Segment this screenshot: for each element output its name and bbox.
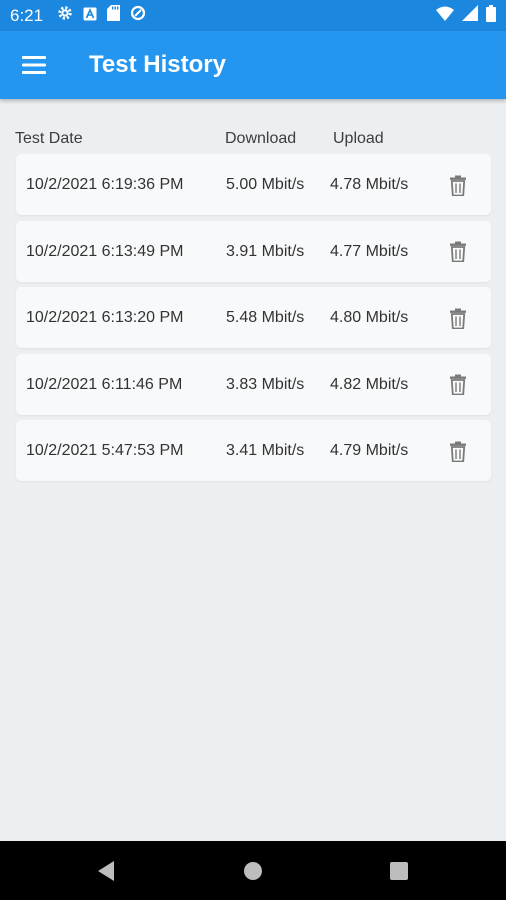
trash-icon[interactable]: [444, 438, 472, 464]
row-upload: 4.82 Mbit/s: [330, 375, 409, 393]
row-date: 10/2/2021 6:19:36 PM: [26, 176, 184, 193]
row-download: 3.41 Mbit/s: [226, 442, 305, 459]
signal-icon: [462, 5, 478, 26]
history-row[interactable]: 10/2/2021 6:13:49 PM 3.91 Mbit/s 4.77 Mb…: [16, 220, 491, 282]
row-download: 3.91 Mbit/s: [226, 242, 305, 260]
row-upload: 4.80 Mbit/s: [330, 309, 409, 326]
recents-icon[interactable]: [369, 841, 429, 900]
hamburger-menu-icon[interactable]: [14, 45, 54, 85]
trash-icon[interactable]: [444, 239, 472, 265]
row-download: 3.83 Mbit/s: [226, 375, 305, 393]
row-date: 10/2/2021 6:11:46 PM: [26, 375, 183, 393]
status-time: 6:21: [10, 5, 44, 25]
a-box-icon: [83, 6, 97, 26]
row-download: 5.48 Mbit/s: [226, 309, 305, 326]
trash-icon[interactable]: [444, 172, 472, 198]
history-row[interactable]: 10/2/2021 6:19:36 PM 5.00 Mbit/s 4.78 Mb…: [16, 154, 491, 215]
header-download: Download: [225, 130, 297, 147]
history-row[interactable]: 10/2/2021 6:11:46 PM 3.83 Mbit/s 4.82 Mb…: [16, 353, 491, 415]
table-header: Test Date Download Upload: [0, 130, 506, 152]
header-test-date: Test Date: [15, 130, 83, 147]
page-title: Test History: [89, 51, 226, 78]
back-icon[interactable]: [76, 841, 136, 900]
home-icon[interactable]: [223, 841, 283, 900]
header-upload: Upload: [333, 130, 384, 147]
row-upload: 4.78 Mbit/s: [330, 176, 409, 193]
gear-icon: [57, 5, 73, 26]
history-list: 10/2/2021 6:19:36 PM 5.00 Mbit/s 4.78 Mb…: [16, 154, 491, 487]
row-date: 10/2/2021 6:13:20 PM: [26, 309, 184, 326]
trash-icon[interactable]: [444, 305, 472, 331]
data-saver-icon: [130, 5, 146, 26]
wifi-icon: [436, 6, 454, 26]
row-upload: 4.77 Mbit/s: [330, 242, 409, 260]
app-bar: Test History: [0, 31, 506, 99]
system-nav-bar: [0, 841, 506, 900]
status-bar: 6:21: [0, 0, 506, 31]
row-date: 10/2/2021 5:47:53 PM: [26, 442, 184, 459]
row-date: 10/2/2021 6:13:49 PM: [26, 242, 184, 260]
trash-icon[interactable]: [444, 372, 472, 398]
history-row[interactable]: 10/2/2021 5:47:53 PM 3.41 Mbit/s 4.79 Mb…: [16, 420, 491, 481]
sd-card-icon: [107, 5, 121, 26]
history-row[interactable]: 10/2/2021 6:13:20 PM 5.48 Mbit/s 4.80 Mb…: [16, 287, 491, 348]
row-upload: 4.79 Mbit/s: [330, 442, 409, 459]
battery-icon: [486, 4, 496, 27]
row-download: 5.00 Mbit/s: [226, 176, 305, 193]
